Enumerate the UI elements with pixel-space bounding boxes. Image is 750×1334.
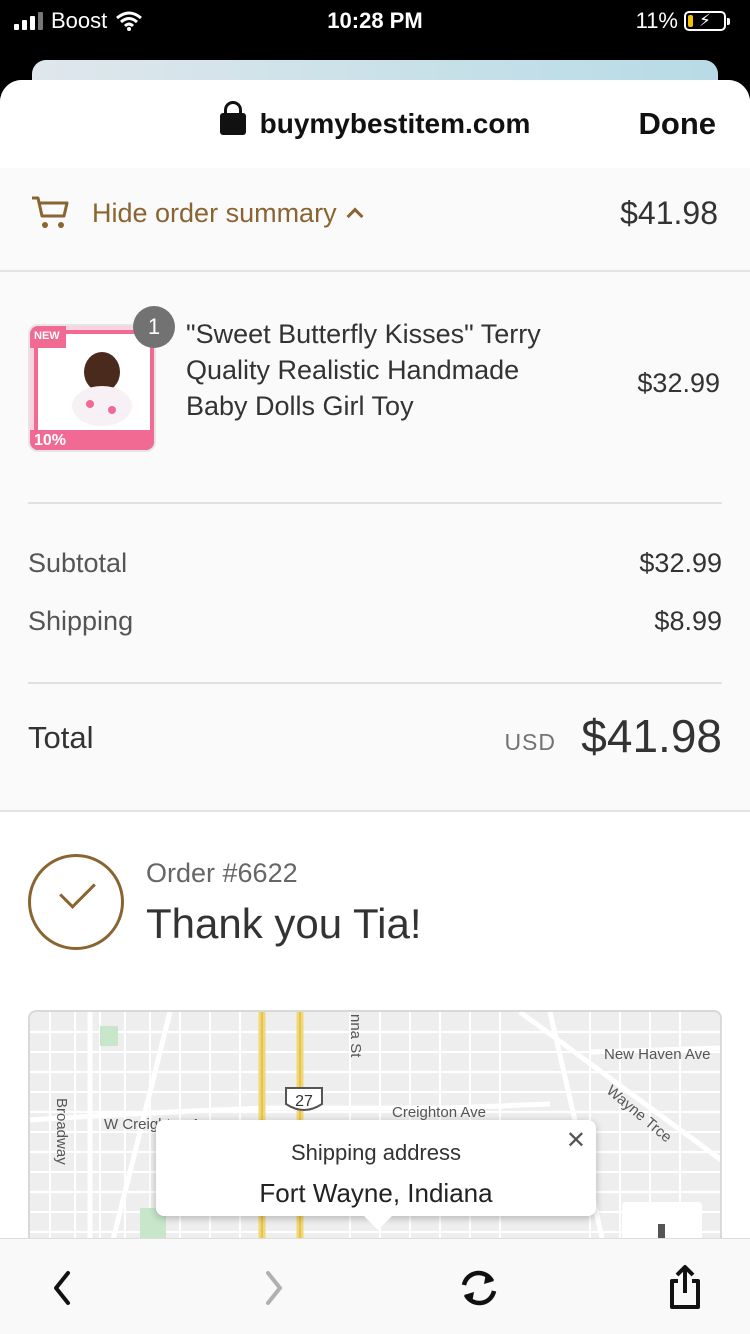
street-label: New Haven Ave bbox=[604, 1046, 711, 1063]
new-badge: NEW bbox=[34, 330, 60, 342]
subtotal-label: Subtotal bbox=[28, 548, 128, 578]
reload-icon[interactable] bbox=[454, 1263, 504, 1313]
confirmation-header: Order #6622 Thank you Tia! bbox=[0, 812, 750, 1012]
order-number: Order #6622 bbox=[146, 858, 298, 888]
product-price: $32.99 bbox=[637, 368, 720, 398]
battery-icon: ⚡ bbox=[684, 11, 730, 31]
status-bar: Boost 10:28 PM 11% ⚡ bbox=[0, 0, 750, 44]
close-icon[interactable]: ✕ bbox=[566, 1126, 586, 1155]
street-label: nna St bbox=[347, 1014, 364, 1058]
url-bar: buymybestitem.com Done bbox=[0, 80, 750, 168]
browser-toolbar bbox=[0, 1238, 750, 1334]
shipping-address-popup: Shipping address Fort Wayne, Indiana ✕ bbox=[156, 1120, 596, 1230]
lock-icon bbox=[219, 101, 246, 135]
summary-total: $41.98 bbox=[620, 195, 718, 231]
shipping-value: $8.99 bbox=[654, 606, 722, 636]
battery-percentage: 11% bbox=[635, 8, 678, 33]
done-button[interactable]: Done bbox=[639, 106, 717, 142]
total-label: Total bbox=[28, 720, 94, 755]
subtotal-row: Subtotal $32.99 bbox=[28, 548, 722, 579]
forward-icon[interactable] bbox=[248, 1263, 298, 1313]
order-summary: NEW 10% 1 "Sweet Butterfly Kisses" Terry… bbox=[0, 272, 750, 812]
share-icon[interactable] bbox=[660, 1263, 710, 1313]
popup-title: Shipping address bbox=[290, 1140, 461, 1165]
thank-you-heading: Thank you Tia! bbox=[146, 900, 422, 947]
divider bbox=[28, 682, 722, 684]
currency-code: USD bbox=[504, 729, 556, 755]
street-label: Broadway bbox=[53, 1098, 70, 1165]
chevron-up-icon bbox=[346, 207, 364, 225]
checkmark-icon bbox=[28, 854, 124, 950]
shipping-label: Shipping bbox=[28, 606, 134, 636]
total-amount: $41.98 bbox=[581, 710, 722, 762]
product-name: "Sweet Butterfly Kisses" Terry Quality R… bbox=[186, 319, 541, 421]
popup-location: Fort Wayne, Indiana bbox=[259, 1178, 493, 1208]
subtotal-value: $32.99 bbox=[639, 548, 722, 578]
route-shield: 27 bbox=[295, 1093, 313, 1110]
toggle-label: Hide order summary bbox=[92, 198, 337, 228]
shipping-row: Shipping $8.99 bbox=[28, 606, 722, 637]
discount-badge: 10% bbox=[34, 432, 67, 449]
product-image: NEW 10% bbox=[28, 324, 156, 452]
divider bbox=[28, 502, 722, 504]
street-label: Creighton Ave bbox=[392, 1104, 486, 1121]
back-icon[interactable] bbox=[38, 1263, 88, 1313]
cart-icon bbox=[32, 196, 69, 228]
quantity-badge: 1 bbox=[133, 306, 175, 348]
order-summary-toggle[interactable]: Hide order summary $41.98 bbox=[0, 168, 750, 272]
url-text: buymybestitem.com bbox=[259, 108, 531, 139]
